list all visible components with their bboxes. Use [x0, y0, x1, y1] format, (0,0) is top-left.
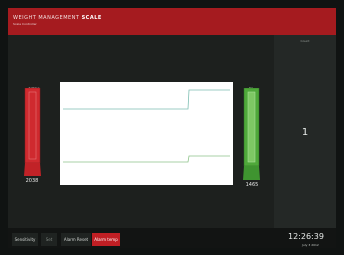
- right-gauge-value: 1465: [245, 182, 259, 188]
- hmi-screen: { "header": { "title_prefix": "WEIGHT MA…: [0, 0, 344, 255]
- trend-upper-line: [63, 89, 230, 110]
- left-gauge-value: 2038: [25, 178, 39, 184]
- alarm-temp-button[interactable]: Alarm temp: [92, 233, 120, 246]
- footer-bar: Sensitivity Set Alarm Reset Alarm temp: [8, 228, 336, 248]
- left-gauge: [24, 87, 41, 176]
- side-panel-label: Count: [300, 39, 310, 43]
- app-subtitle: Scale Controller: [13, 22, 37, 26]
- trend-lower-line: [63, 155, 230, 163]
- header-bar: WEIGHT MANAGEMENT SCALE Scale Controller: [8, 8, 336, 35]
- alarm-reset-button[interactable]: Alarm Reset: [61, 233, 91, 246]
- clock-date: July 3 2012: [302, 243, 319, 247]
- clock-time: 12:26:39: [288, 232, 324, 241]
- side-panel-value: 1: [301, 127, 309, 138]
- trend-chart: [60, 82, 233, 185]
- app-title: WEIGHT MANAGEMENT SCALE: [13, 15, 102, 21]
- side-panel: Count 1: [274, 35, 336, 228]
- right-gauge: [243, 87, 260, 180]
- sensitivity-button[interactable]: Sensitivity: [12, 233, 38, 246]
- set-button[interactable]: Set: [41, 233, 57, 246]
